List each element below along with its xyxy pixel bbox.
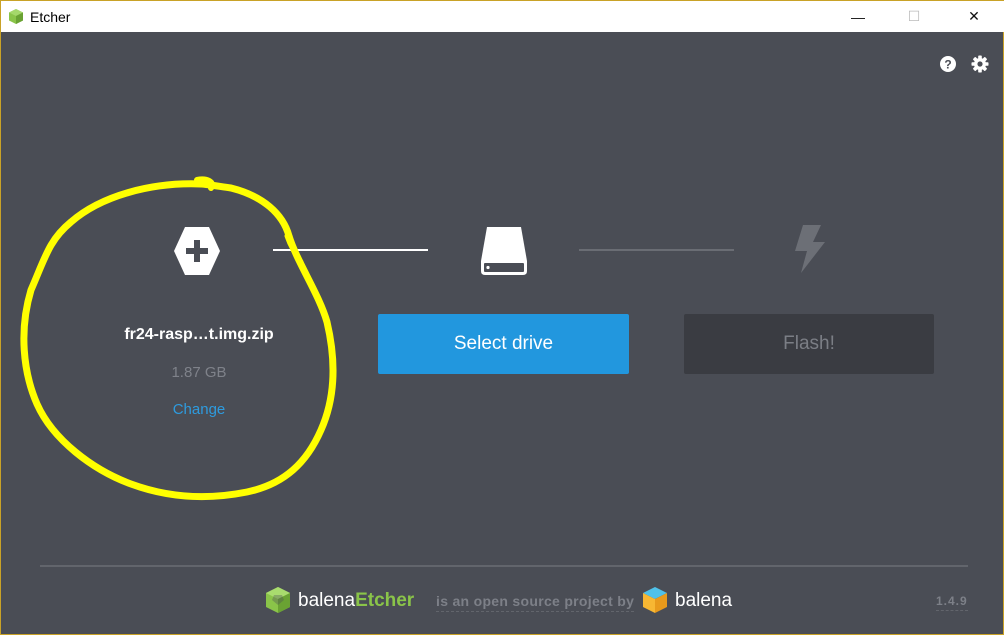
footer-divider [40,565,968,567]
step-connector-1 [273,249,428,251]
minimize-icon: — [851,8,865,25]
version-label[interactable]: 1.4.9 [936,594,968,611]
lightning-bolt-icon [795,225,825,273]
image-file-name: fr24-rasp…t.img.zip [124,326,274,343]
brand-prefix: balena [298,590,356,611]
etcher-window: Etcher — ☐ ✕ ? fr24-rasp…t.img.zip 1.87 … [0,0,1004,635]
step-connector-2 [579,249,734,251]
question-circle-icon[interactable]: ? [939,55,957,73]
drive-icon [481,227,527,275]
etcher-app-icon [9,9,23,24]
close-icon: ✕ [968,8,980,24]
maximize-button[interactable]: ☐ [891,1,937,32]
maximize-icon: ☐ [907,8,921,24]
gear-icon[interactable] [971,55,989,73]
balena-company-name[interactable]: balena [675,590,732,612]
svg-text:?: ? [944,58,951,72]
close-button[interactable]: ✕ [951,1,997,32]
brand-accent: Etcher [355,590,415,611]
minimize-button[interactable]: — [835,1,881,32]
select-drive-button[interactable]: Select drive [378,314,629,374]
footer-tagline[interactable]: is an open source project by [436,593,635,612]
plus-hexagon-icon[interactable] [173,226,221,276]
image-file-size: 1.87 GB [171,364,227,381]
title-bar: Etcher — ☐ ✕ [1,0,1004,32]
change-image-link[interactable]: Change [81,401,317,418]
balena-etcher-brand[interactable]: balenaEtcher [298,590,414,612]
etcher-logo-icon[interactable] [265,586,291,614]
flash-button[interactable]: Flash! [684,314,934,374]
window-title: Etcher [30,9,71,25]
balena-logo-icon[interactable] [642,586,668,614]
